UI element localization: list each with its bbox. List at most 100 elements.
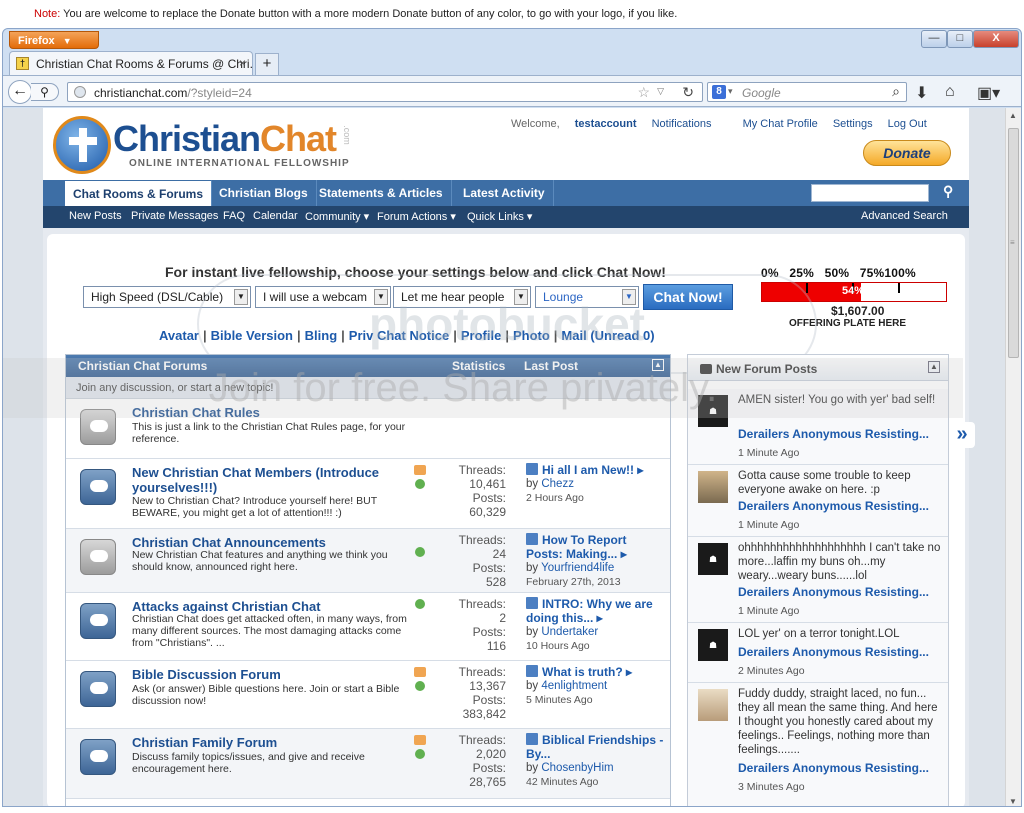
search-icon[interactable]: ⚲ xyxy=(943,183,953,200)
subnav-quick-links[interactable]: Quick Links ▾ xyxy=(467,210,532,223)
forum-title[interactable]: Attacks against Christian Chat xyxy=(132,599,394,614)
last-post-author[interactable]: Chezz xyxy=(541,478,574,490)
threads-count: 24 xyxy=(492,547,506,561)
subnav-private-messages[interactable]: Private Messages xyxy=(131,210,218,222)
sidebar-post: Fuddy duddy, straight laced, no fun... t… xyxy=(688,683,948,806)
by-label: by xyxy=(526,562,539,574)
minimize-button[interactable]: — xyxy=(921,30,947,48)
forum-title[interactable]: Bible Discussion Forum xyxy=(132,667,394,682)
post-snippet: Gotta cause some trouble to keep everyon… xyxy=(738,470,911,496)
avatar[interactable]: ☗ xyxy=(698,629,728,661)
subnav-calendar[interactable]: Calendar xyxy=(253,210,298,222)
tab-statements-articles[interactable]: Statements & Articles xyxy=(311,180,452,206)
forum-title[interactable]: New Christian Chat Members (Introduce yo… xyxy=(132,465,394,495)
download-icon[interactable]: ⬇ xyxy=(915,83,928,103)
forum-list: Christian Chat Forums Statistics Last Po… xyxy=(65,354,671,806)
posts-count: 28,765 xyxy=(469,775,506,789)
threads-label: Threads: xyxy=(458,733,506,747)
site-search-input[interactable] xyxy=(811,184,929,202)
last-post-title[interactable]: Biblical Friendships - By... xyxy=(526,733,663,761)
threads-label: Threads: xyxy=(458,463,506,477)
address-bar[interactable]: christianchat.com/?styleid=24 ☆ ▽ ↻ xyxy=(67,82,703,102)
search-box[interactable]: 8 ▾ Google ⌕ xyxy=(707,82,907,102)
browser-tab[interactable]: † Christian Chat Rooms & Forums @ Chri..… xyxy=(9,51,253,75)
avatar[interactable] xyxy=(698,689,728,721)
post-thread-link[interactable]: Derailers Anonymous Resisting... xyxy=(738,427,944,441)
subnav-community[interactable]: Community ▾ xyxy=(305,210,369,223)
vertical-scrollbar[interactable]: ▲ ≡ ▼ xyxy=(1005,108,1021,806)
tab-chat-rooms-forums[interactable]: Chat Rooms & Forums xyxy=(65,180,213,206)
posts-count: 116 xyxy=(486,639,506,653)
forum-status-icon xyxy=(80,469,116,505)
tab-title: Christian Chat Rooms & Forums @ Chri... xyxy=(36,57,253,71)
last-post-author[interactable]: Yourfriend4life xyxy=(541,562,614,574)
new-tab-button[interactable]: + xyxy=(255,53,279,75)
history-dropdown-icon[interactable]: ▽ xyxy=(657,86,664,97)
donate-button[interactable]: Donate xyxy=(863,140,951,166)
settings-link[interactable]: Settings xyxy=(833,118,873,130)
notifications-link[interactable]: Notifications xyxy=(652,118,712,130)
rss-icon[interactable] xyxy=(414,465,426,475)
tab-latest-activity[interactable]: Latest Activity xyxy=(455,180,554,206)
maximize-button[interactable]: □ xyxy=(947,30,973,48)
search-engine-icon[interactable]: 8 xyxy=(712,85,726,99)
username-link[interactable]: testaccount xyxy=(575,118,637,130)
posts-label: Posts: xyxy=(472,491,506,505)
forum-description: Ask (or answer) Bible questions here. Jo… xyxy=(132,683,400,707)
rss-icon[interactable] xyxy=(414,735,426,745)
post-thread-link[interactable]: Derailers Anonymous Resisting... xyxy=(738,761,944,775)
last-post-author[interactable]: ChosenbyHim xyxy=(541,762,613,774)
forum-title[interactable]: Christian Chat Announcements xyxy=(132,535,394,550)
post-thread-link[interactable]: Derailers Anonymous Resisting... xyxy=(738,499,944,513)
home-icon[interactable]: ⌂ xyxy=(945,83,955,101)
subnav-new-posts[interactable]: New Posts xyxy=(69,210,122,222)
last-post-title[interactable]: What is truth? xyxy=(542,665,623,679)
forum-title[interactable]: Christian Family Forum xyxy=(132,735,394,750)
threads-count: 10,461 xyxy=(469,477,506,491)
last-post-title[interactable]: Hi all I am New!! xyxy=(542,463,634,477)
subnav-faq[interactable]: FAQ xyxy=(223,210,245,222)
avatar-link[interactable]: Avatar xyxy=(159,328,199,343)
back-button[interactable]: ← xyxy=(8,80,32,104)
scroll-up-icon[interactable]: ▲ xyxy=(1009,111,1017,120)
avatar[interactable] xyxy=(698,471,728,503)
post-thread-link[interactable]: Derailers Anonymous Resisting... xyxy=(738,585,944,599)
avatar[interactable]: ☗ xyxy=(698,543,728,575)
last-post-author[interactable]: 4enlightment xyxy=(541,680,607,692)
last-post-time: 5 Minutes Ago xyxy=(526,694,593,706)
double-chevron-right-icon[interactable]: » xyxy=(949,422,975,448)
firefox-menu-button[interactable]: Firefox ▼ xyxy=(9,31,99,49)
advanced-search-link[interactable]: Advanced Search xyxy=(861,210,948,222)
grip-icon: ≡ xyxy=(1010,238,1015,247)
bookmark-star-icon[interactable]: ☆ xyxy=(637,84,650,101)
last-post-time: February 27th, 2013 xyxy=(526,576,621,588)
reload-icon[interactable]: ↻ xyxy=(682,84,694,101)
logout-link[interactable]: Log Out xyxy=(888,118,927,130)
last-post: Hi all I am New!! ▸ by Chezz 2 Hours Ago xyxy=(526,463,666,505)
rss-icon[interactable] xyxy=(414,667,426,677)
addon-icon[interactable]: ▣▾ xyxy=(977,83,1000,103)
tab-close-icon[interactable]: × xyxy=(239,56,246,70)
subnav-forum-actions[interactable]: Forum Actions ▾ xyxy=(377,210,456,223)
post-thread-link[interactable]: Derailers Anonymous Resisting... xyxy=(738,645,944,659)
sidebar-post: ☗ LOL yer' on a terror tonight.LOL Derai… xyxy=(688,623,948,683)
last-post-title[interactable]: How To Report Posts: Making... xyxy=(526,533,626,561)
close-button[interactable]: X xyxy=(973,30,1019,48)
tab-christian-blogs[interactable]: Christian Blogs xyxy=(211,180,317,206)
site-logo[interactable]: ChristianChat ONLINE INTERNATIONAL FELLO… xyxy=(51,116,352,176)
scroll-down-icon[interactable]: ▼ xyxy=(1009,797,1017,806)
my-profile-link[interactable]: My Chat Profile xyxy=(743,118,818,130)
identity-button[interactable]: ⚲ xyxy=(31,83,59,101)
user-links: Welcome, testaccount Notifications My Ch… xyxy=(511,118,939,130)
post-time: 3 Minutes Ago xyxy=(738,781,805,793)
thread-icon xyxy=(526,533,538,545)
logo-main: Christian xyxy=(113,118,261,159)
last-post-title[interactable]: INTRO: Why we are doing this... xyxy=(526,597,653,625)
note-banner: Note: You are welcome to replace the Don… xyxy=(0,0,1024,28)
posts-count: 383,842 xyxy=(462,707,506,721)
firefox-menu-label: Firefox xyxy=(18,35,55,47)
last-post-author[interactable]: Undertaker xyxy=(541,626,598,638)
forum-status-icon xyxy=(80,603,116,639)
forum-stats: Threads: 2,020 Posts: 28,765 xyxy=(446,733,506,789)
search-icon[interactable]: ⌕ xyxy=(892,83,900,100)
